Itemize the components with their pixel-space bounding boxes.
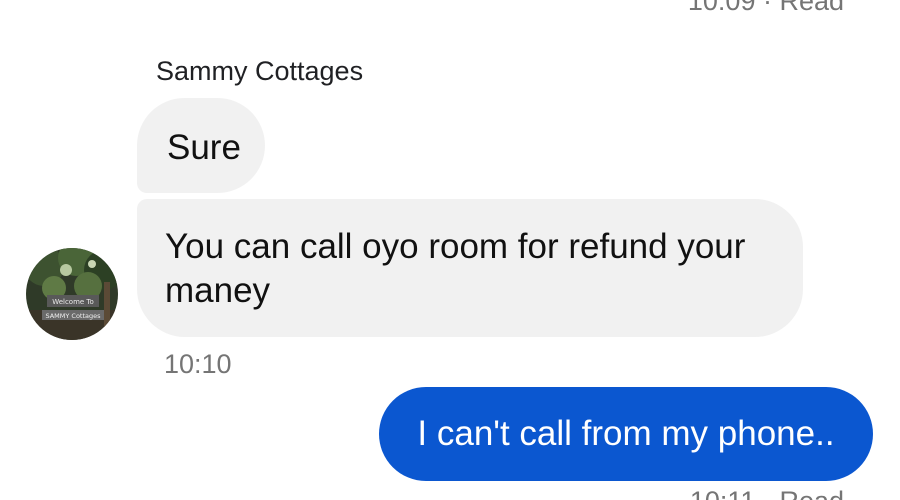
message-timestamp: 10:10 (164, 349, 232, 379)
sender-avatar[interactable]: Welcome To SAMMY Cottages (26, 248, 118, 340)
message-text: You can call oyo room for refund your ma… (165, 227, 746, 310)
outgoing-message-bubble[interactable]: I can't call from my phone.. (379, 387, 873, 481)
sender-name: Sammy Cottages (156, 56, 364, 86)
incoming-message-bubble[interactable]: You can call oyo room for refund your ma… (137, 199, 803, 337)
sign-text-line2: SAMMY Cottages (45, 312, 101, 320)
sign-text-line1: Welcome To (52, 298, 94, 306)
message-text: Sure (167, 128, 241, 167)
business-photo-avatar-icon: Welcome To SAMMY Cottages (26, 248, 118, 340)
read-receipt-top: 10:09 · Read (687, 0, 844, 16)
read-receipt-bottom: 10:11 · Read (690, 486, 844, 500)
message-text: I can't call from my phone.. (417, 414, 835, 453)
chat-thread: 10:09 · Read Sammy Cottages Sure You can… (0, 0, 900, 500)
incoming-message-bubble[interactable]: Sure (137, 98, 265, 193)
